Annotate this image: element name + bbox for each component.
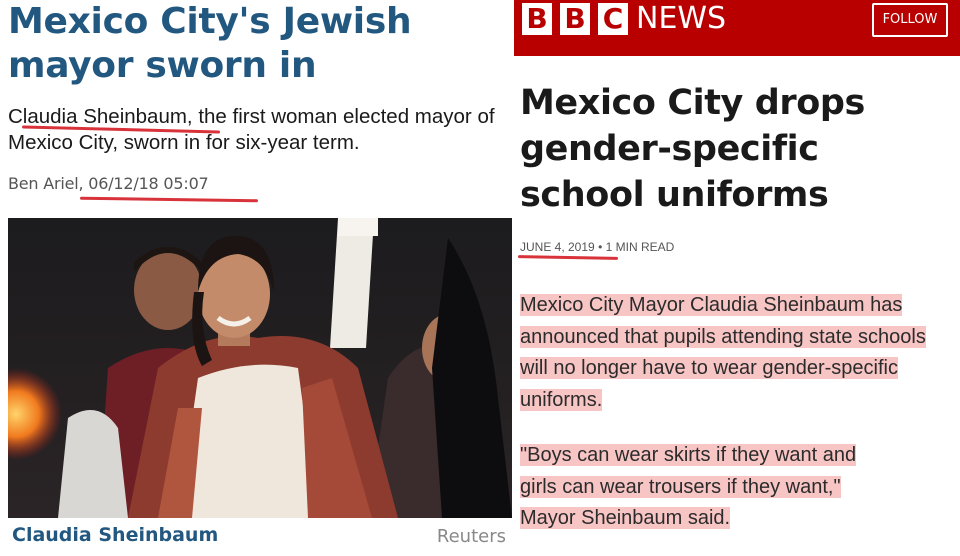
bbc-quote: "Boys can wear skirts if they want and g… [520, 440, 956, 535]
bbc-read-time: 1 MIN READ [605, 240, 675, 254]
bbc-dateline: JUNE 4, 2019 • 1 MIN READ [520, 240, 674, 254]
bbc-date: JUNE 4, 2019 [520, 240, 595, 254]
quote-line-1: "Boys can wear skirts if they want and [520, 444, 857, 466]
bbc-headline: Mexico City drops gender-specific school… [520, 83, 865, 215]
bbc-separator: • [598, 240, 603, 254]
article-photo [8, 218, 512, 518]
bbc-logo-letter-3: C [598, 3, 628, 35]
bbc-header-bar: B B C NEWS FOLLOW [514, 0, 960, 56]
photo-credit: Reuters [436, 526, 506, 547]
follow-button[interactable]: FOLLOW [872, 3, 948, 37]
annotation-underline-date [79, 196, 259, 203]
photo-illustration [8, 218, 512, 518]
highlighted-paragraph-text: Mexico City Mayor Claudia Sheinbaum has … [520, 294, 926, 411]
bbc-logo-letter-1: B [522, 3, 552, 35]
bbc-news-wordmark: NEWS [636, 1, 727, 36]
article-byline: Ben Ariel, 06/12/18 05:07 [8, 174, 209, 193]
bbc-paragraph-1: Mexico City Mayor Claudia Sheinbaum has … [520, 290, 956, 416]
photo-caption: Claudia Sheinbaum [12, 524, 219, 546]
annotation-underline-bbc-date [517, 255, 619, 260]
bbc-logo-letter-2: B [560, 3, 590, 35]
article-headline: Mexico City's Jewish mayor sworn in [8, 1, 412, 86]
quote-line-3: Mayor Sheinbaum said. [520, 507, 731, 529]
bbc-article: B B C NEWS FOLLOW Mexico City drops gend… [514, 0, 960, 556]
quote-line-2: girls can wear trousers if they want," [520, 475, 841, 498]
left-article: Mexico City's Jewish mayor sworn in Clau… [0, 0, 514, 556]
